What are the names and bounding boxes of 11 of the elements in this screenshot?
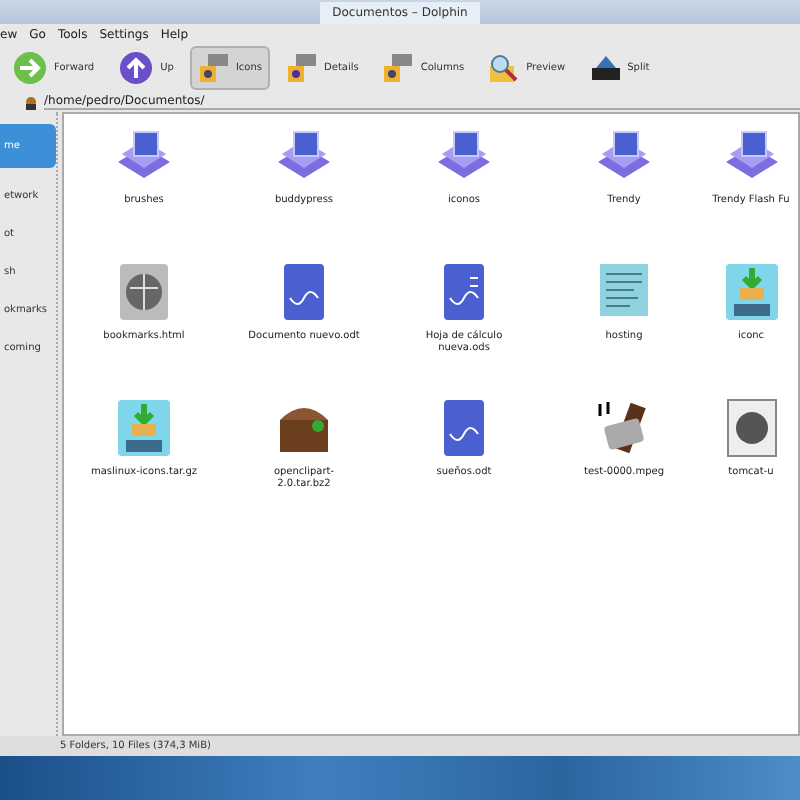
archive-box-icon [721, 262, 781, 322]
archive-box-icon [114, 398, 174, 458]
magnifier-icon [488, 52, 521, 84]
globe-document-icon [114, 262, 174, 322]
view-mode-icon [286, 52, 319, 84]
view-mode-icon [382, 52, 415, 84]
file-icon [721, 398, 781, 458]
view-mode-icon [197, 52, 230, 84]
split-view-icon [589, 52, 622, 84]
text-document-icon [594, 262, 654, 322]
home-icon [24, 95, 38, 109]
